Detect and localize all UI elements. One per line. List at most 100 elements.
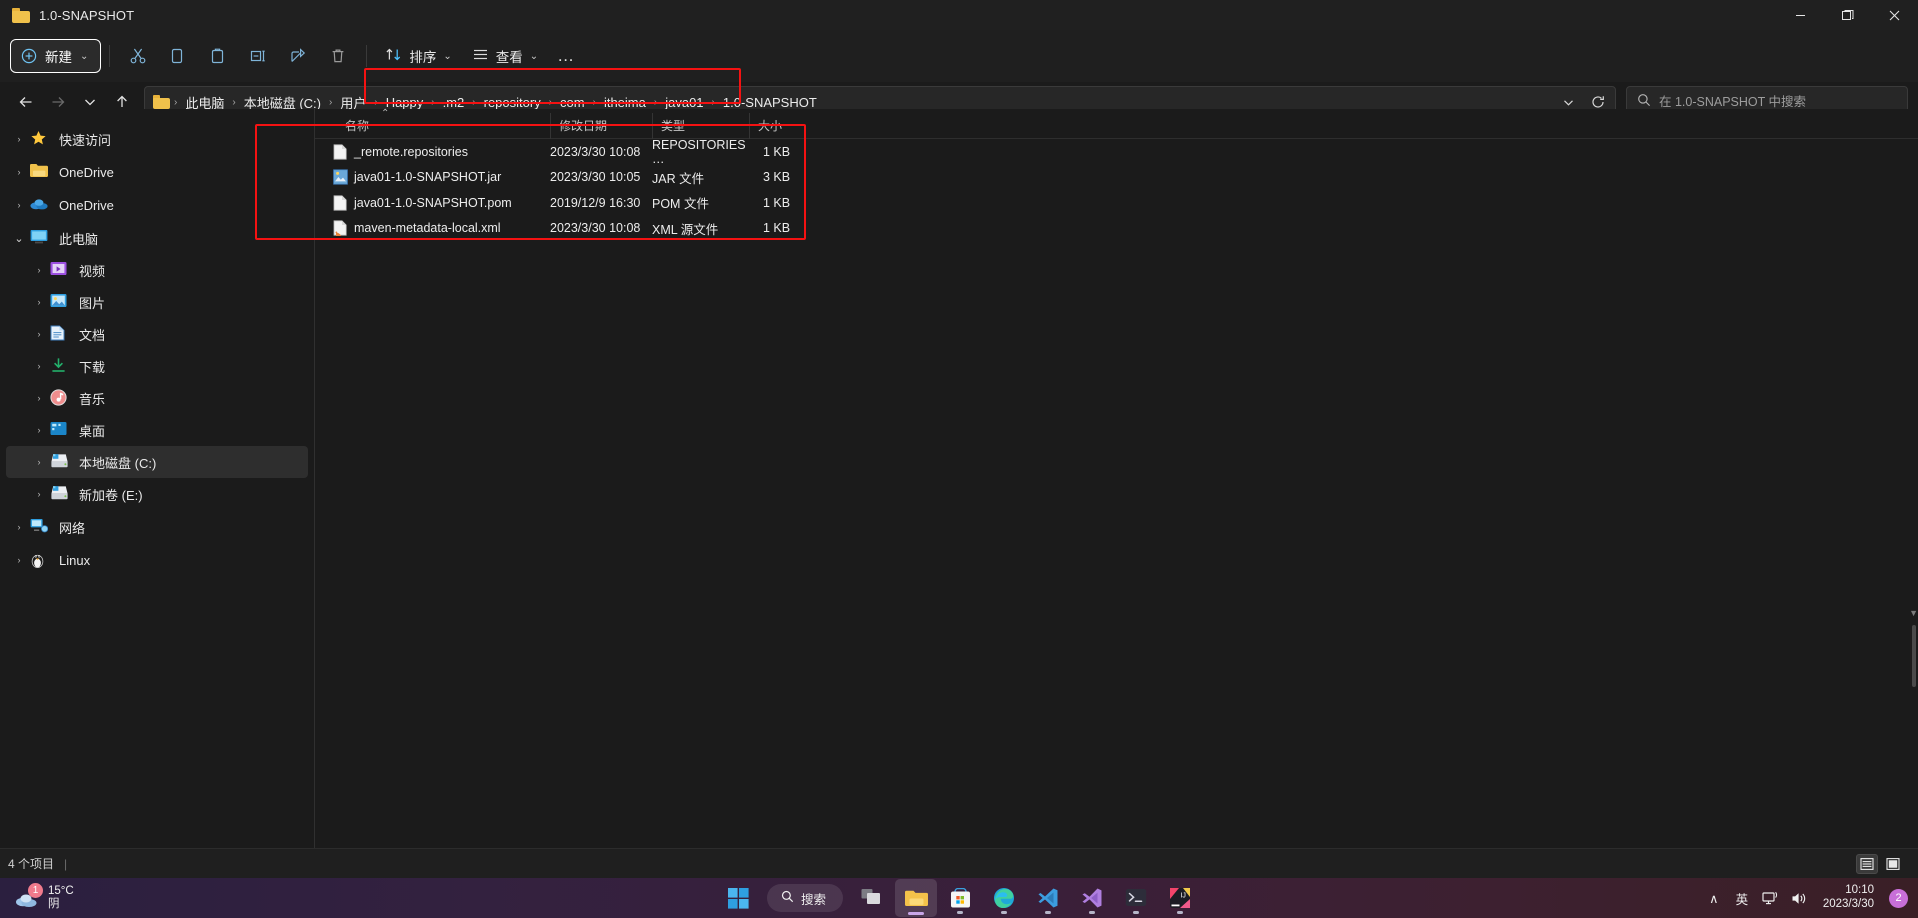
- rename-button[interactable]: [238, 38, 278, 74]
- more-options-button[interactable]: …: [548, 38, 584, 74]
- sort-button[interactable]: 排序 ⌄: [375, 38, 461, 74]
- column-header-type[interactable]: 类型: [652, 112, 749, 139]
- view-toggle-group: [1856, 853, 1910, 874]
- chevron-right-icon[interactable]: ›: [28, 393, 50, 403]
- column-header-size[interactable]: 大小: [749, 112, 813, 139]
- minimize-button[interactable]: [1777, 0, 1824, 30]
- chevron-right-icon[interactable]: ›: [28, 265, 50, 275]
- file-name-label: maven-metadata-local.xml: [354, 221, 501, 236]
- generic-file-icon: [333, 144, 347, 160]
- sidebar-item-12[interactable]: › 网络: [6, 511, 308, 543]
- chevron-down-icon[interactable]: ⌄: [8, 232, 30, 245]
- sidebar-item-8[interactable]: › 音乐: [6, 382, 308, 414]
- taskbar-search-button[interactable]: 搜索: [766, 884, 844, 912]
- file-type-cell: XML 源文件: [652, 222, 719, 237]
- sidebar-item-7[interactable]: › 下载: [6, 350, 308, 382]
- microsoft-store-icon[interactable]: [939, 879, 981, 917]
- weather-text: 15°C 阴: [48, 885, 74, 911]
- chevron-down-icon: ⌄: [80, 50, 89, 62]
- sidebar-item-6[interactable]: › 文档: [6, 318, 308, 350]
- details-view-icon[interactable]: [1856, 853, 1878, 874]
- close-button[interactable]: [1871, 0, 1918, 30]
- file-row[interactable]: maven-metadata-local.xml 2023/3/30 10:08 X…: [315, 216, 1918, 242]
- windows-start-icon[interactable]: [717, 879, 759, 917]
- sidebar-item-1[interactable]: › OneDrive: [6, 156, 308, 188]
- vs-code-icon[interactable]: [1027, 879, 1069, 917]
- copy-button[interactable]: [158, 38, 198, 74]
- file-date-cell: 2023/3/30 10:08: [550, 144, 641, 159]
- search-input[interactable]: [1659, 95, 1897, 109]
- drive-icon: [50, 485, 70, 503]
- cut-button[interactable]: [118, 38, 158, 74]
- music-icon: [50, 389, 70, 407]
- ime-indicator[interactable]: 英: [1729, 883, 1755, 913]
- maximize-restore-button[interactable]: [1824, 0, 1871, 30]
- file-row[interactable]: _remote.repositories 2023/3/30 10:08 REPOS…: [315, 138, 1918, 166]
- terminal-icon[interactable]: [1115, 879, 1157, 917]
- picture-icon: [50, 293, 70, 311]
- breadcrumb-separator-icon: ›: [653, 96, 658, 108]
- chevron-right-icon[interactable]: ›: [28, 489, 50, 499]
- task-view-icon[interactable]: [851, 879, 893, 917]
- sidebar-item-2[interactable]: › OneDrive: [6, 189, 308, 221]
- view-button[interactable]: 查看 ⌄: [462, 38, 548, 74]
- weather-widget[interactable]: 1 15°C 阴: [14, 883, 74, 911]
- sidebar-item-0[interactable]: › 快速访问: [6, 123, 308, 155]
- tray-overflow-chevron-icon[interactable]: ∧: [1701, 883, 1727, 913]
- monitor-icon: [30, 229, 50, 247]
- item-count-label: 4 个项目: [8, 857, 55, 871]
- chevron-right-icon[interactable]: ›: [28, 425, 50, 435]
- sidebar-item-13[interactable]: › Linux: [6, 544, 308, 576]
- sort-icon: [385, 46, 402, 66]
- clock-time: 10:10: [1845, 884, 1874, 897]
- active-indicator: [908, 912, 925, 915]
- sidebar-item-10[interactable]: › 本地磁盘 (C:): [6, 446, 308, 478]
- hamburger-icon: [472, 46, 489, 66]
- sidebar-item-9[interactable]: › 桌面: [6, 414, 308, 446]
- search-icon: [781, 890, 794, 906]
- large-icons-view-icon[interactable]: [1882, 854, 1904, 874]
- chevron-right-icon[interactable]: ›: [8, 134, 30, 144]
- chevron-right-icon[interactable]: ›: [28, 297, 50, 307]
- title-bar: 1.0-SNAPSHOT: [0, 0, 1918, 30]
- file-size-cell: 1 KB: [763, 144, 791, 159]
- share-button[interactable]: [278, 38, 318, 74]
- microsoft-edge-icon[interactable]: [983, 879, 1025, 917]
- volume-tray-icon[interactable]: [1786, 883, 1813, 913]
- chevron-right-icon[interactable]: ›: [8, 167, 30, 177]
- scroll-down-arrow-icon[interactable]: ▼: [1909, 608, 1918, 618]
- intellij-idea-icon[interactable]: IJ: [1159, 879, 1201, 917]
- vertical-scrollbar[interactable]: [1912, 625, 1916, 687]
- sidebar-item-11[interactable]: › 新加卷 (E:): [6, 478, 308, 510]
- sidebar-item-label: 此电脑: [59, 231, 99, 247]
- new-button-label: 新建: [45, 50, 72, 65]
- sidebar-item-4[interactable]: › 视频: [6, 254, 308, 286]
- chevron-right-icon[interactable]: ›: [28, 329, 50, 339]
- sidebar-item-label: OneDrive: [59, 197, 114, 213]
- taskbar: 1 15°C 阴 搜索 IJ ∧ 英 10:10 2023/3/30 2: [0, 878, 1918, 918]
- jar-file-icon: [333, 169, 348, 185]
- chevron-right-icon[interactable]: ›: [8, 522, 30, 532]
- chevron-right-icon[interactable]: ›: [28, 457, 50, 467]
- sidebar-item-5[interactable]: › 图片: [6, 286, 308, 318]
- divider: [366, 45, 368, 67]
- column-header-date[interactable]: 修改日期: [550, 112, 652, 139]
- file-row[interactable]: java01-1.0-SNAPSHOT.jar 2023/3/30 10:05 JA…: [315, 165, 1918, 191]
- file-row[interactable]: java01-1.0-SNAPSHOT.pom 2019/12/9 16:30 PO…: [315, 190, 1918, 216]
- delete-button[interactable]: [318, 38, 358, 74]
- new-button[interactable]: 新建 ⌄: [10, 39, 102, 73]
- sidebar-item-3[interactable]: ⌄ 此电脑: [6, 222, 308, 254]
- paste-button[interactable]: [198, 38, 238, 74]
- file-size-cell: 3 KB: [763, 170, 791, 185]
- chevron-right-icon[interactable]: ›: [8, 200, 30, 210]
- clock[interactable]: 10:10 2023/3/30: [1815, 884, 1882, 912]
- chevron-right-icon[interactable]: ›: [8, 555, 30, 565]
- document-icon: [50, 325, 70, 343]
- chevron-right-icon[interactable]: ›: [28, 361, 50, 371]
- file-explorer-icon[interactable]: [895, 879, 938, 917]
- file-name-cell: java01-1.0-SNAPSHOT.pom: [333, 195, 550, 211]
- visual-studio-icon[interactable]: [1071, 879, 1113, 917]
- network-tray-icon[interactable]: [1757, 883, 1784, 913]
- column-header-name[interactable]: 名称: [339, 113, 550, 139]
- notification-badge[interactable]: 2: [1889, 888, 1908, 908]
